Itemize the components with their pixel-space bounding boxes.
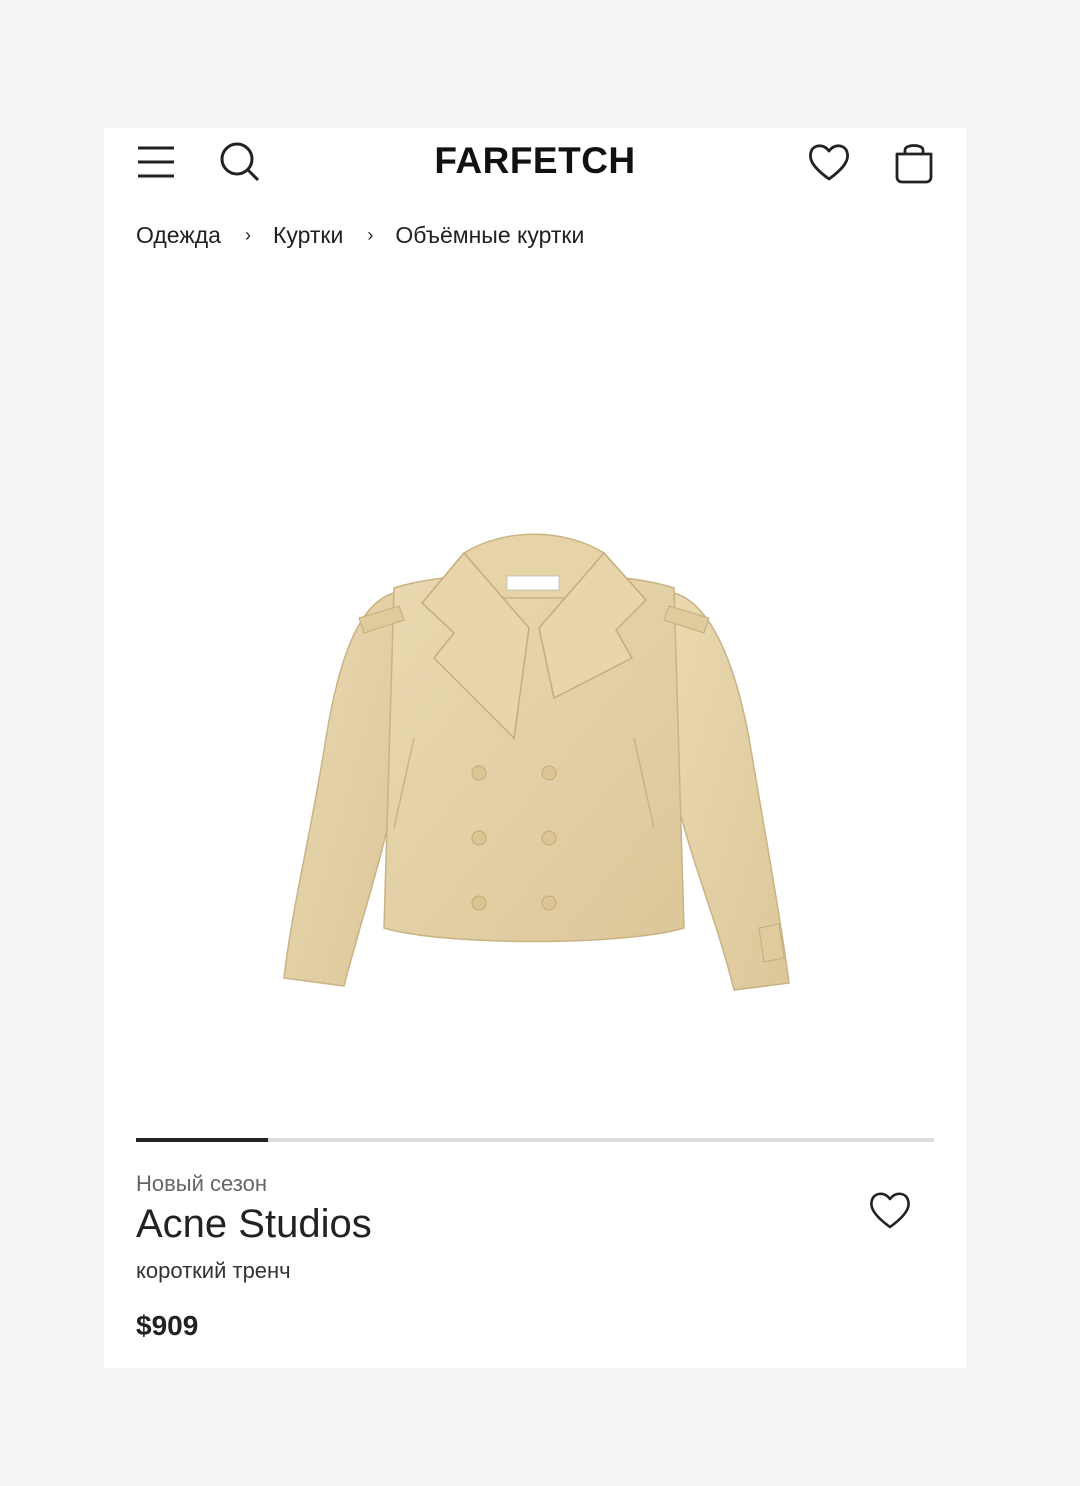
bag-icon[interactable] (890, 138, 938, 186)
product-description: короткий тренч (136, 1258, 291, 1283)
breadcrumb-separator: › (244, 225, 251, 245)
top-nav-bar: FARFETCH (104, 128, 966, 198)
product-brand[interactable]: Acne Studios (136, 1202, 372, 1247)
breadcrumb-item-clothing[interactable]: Одежда (136, 222, 221, 249)
breadcrumb-item-oversized-jackets[interactable]: Объёмные куртки (395, 222, 584, 249)
product-price: $909 (136, 1310, 199, 1341)
trench-coat-image[interactable] (264, 508, 804, 1008)
heart-icon (870, 1192, 910, 1229)
breadcrumb-item-jackets[interactable]: Куртки (273, 222, 343, 249)
breadcrumb: Одежда › Куртки › Объёмные куртки (136, 222, 584, 249)
season-label: Новый сезон (136, 1171, 268, 1196)
heart-icon[interactable] (805, 138, 853, 186)
add-to-wishlist-button[interactable] (866, 1186, 914, 1234)
product-page: FARFETCH Одежда › Куртки › Объёмные курт… (104, 128, 966, 1368)
gallery-progress-fill (136, 1138, 268, 1142)
gallery-progress-bar (136, 1138, 934, 1142)
breadcrumb-separator: › (367, 225, 374, 245)
